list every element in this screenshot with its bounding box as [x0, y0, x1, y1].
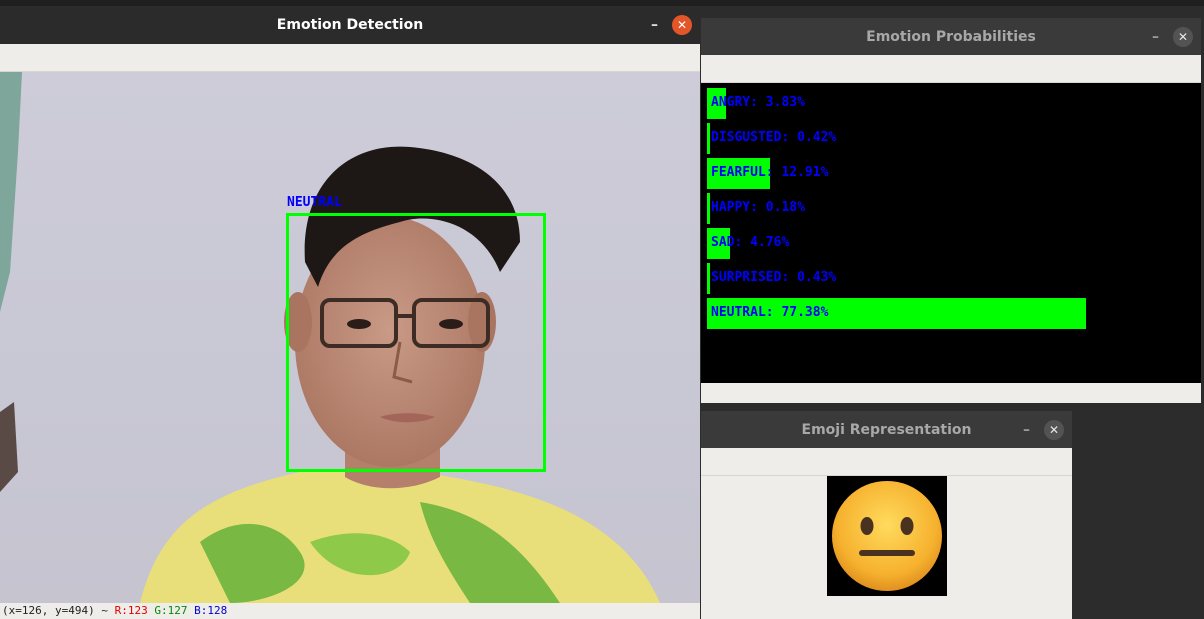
face-emotion-label: NEUTRAL	[287, 195, 342, 210]
emotion-probabilities-window: Emotion Probabilities – ✕ ANGRY: 3.83% DI…	[701, 18, 1201, 403]
title-bar[interactable]: Emotion Probabilities – ✕	[701, 18, 1201, 55]
toolbar-strip	[0, 44, 700, 72]
red-value: R:123	[114, 604, 148, 617]
probability-label: SAD: 4.76%	[711, 235, 790, 250]
neutral-face-icon	[832, 481, 942, 591]
probability-label: ANGRY: 3.83%	[711, 95, 805, 110]
title-bar[interactable]: Emoji Representation – ✕	[701, 411, 1072, 448]
minimize-button[interactable]: –	[1023, 422, 1030, 438]
probability-label: HAPPY: 0.18%	[711, 200, 805, 215]
toolbar-strip	[701, 448, 1072, 476]
minimize-button[interactable]: –	[1152, 29, 1159, 45]
webcam-scene: NEUTRAL	[0, 72, 660, 603]
probability-label: DISGUSTED: 0.42%	[711, 130, 837, 145]
probability-label: NEUTRAL: 77.38%	[711, 305, 829, 320]
probability-bar	[707, 123, 710, 154]
close-button[interactable]: ✕	[1173, 26, 1193, 47]
emotion-detection-window: Emotion Detection – ✕ NEUTRAL (x=126, y=…	[0, 6, 700, 619]
title-bar[interactable]: Emotion Detection – ✕	[0, 6, 700, 44]
webcam-video-frame[interactable]: NEUTRAL	[0, 72, 700, 603]
close-button[interactable]: ✕	[672, 15, 692, 35]
probability-bar	[707, 193, 710, 224]
minimize-button[interactable]: –	[651, 17, 658, 33]
probability-panel: ANGRY: 3.83% DISGUSTED: 0.42% FEARFUL: 12.…	[701, 83, 1201, 383]
plant-edge	[0, 72, 22, 312]
probability-label: FEARFUL: 12.91%	[711, 165, 829, 180]
cursor-coords: (x=126, y=494) ~	[2, 604, 108, 617]
blue-value: B:128	[194, 604, 228, 617]
status-bar: (x=126, y=494) ~ R:123 G:127 B:128	[0, 603, 700, 619]
close-button[interactable]: ✕	[1044, 419, 1064, 440]
probability-bar	[707, 263, 710, 294]
emoji-image	[827, 476, 947, 596]
green-value: G:127	[154, 604, 188, 617]
window-title: Emotion Probabilities	[866, 28, 1036, 45]
window-title: Emoji Representation	[801, 421, 972, 438]
furniture-edge	[0, 402, 18, 492]
emoji-representation-window: Emoji Representation – ✕	[701, 411, 1072, 619]
toolbar-strip	[701, 55, 1201, 83]
probability-label: SURPRISED: 0.43%	[711, 270, 837, 285]
window-title: Emotion Detection	[276, 17, 424, 33]
